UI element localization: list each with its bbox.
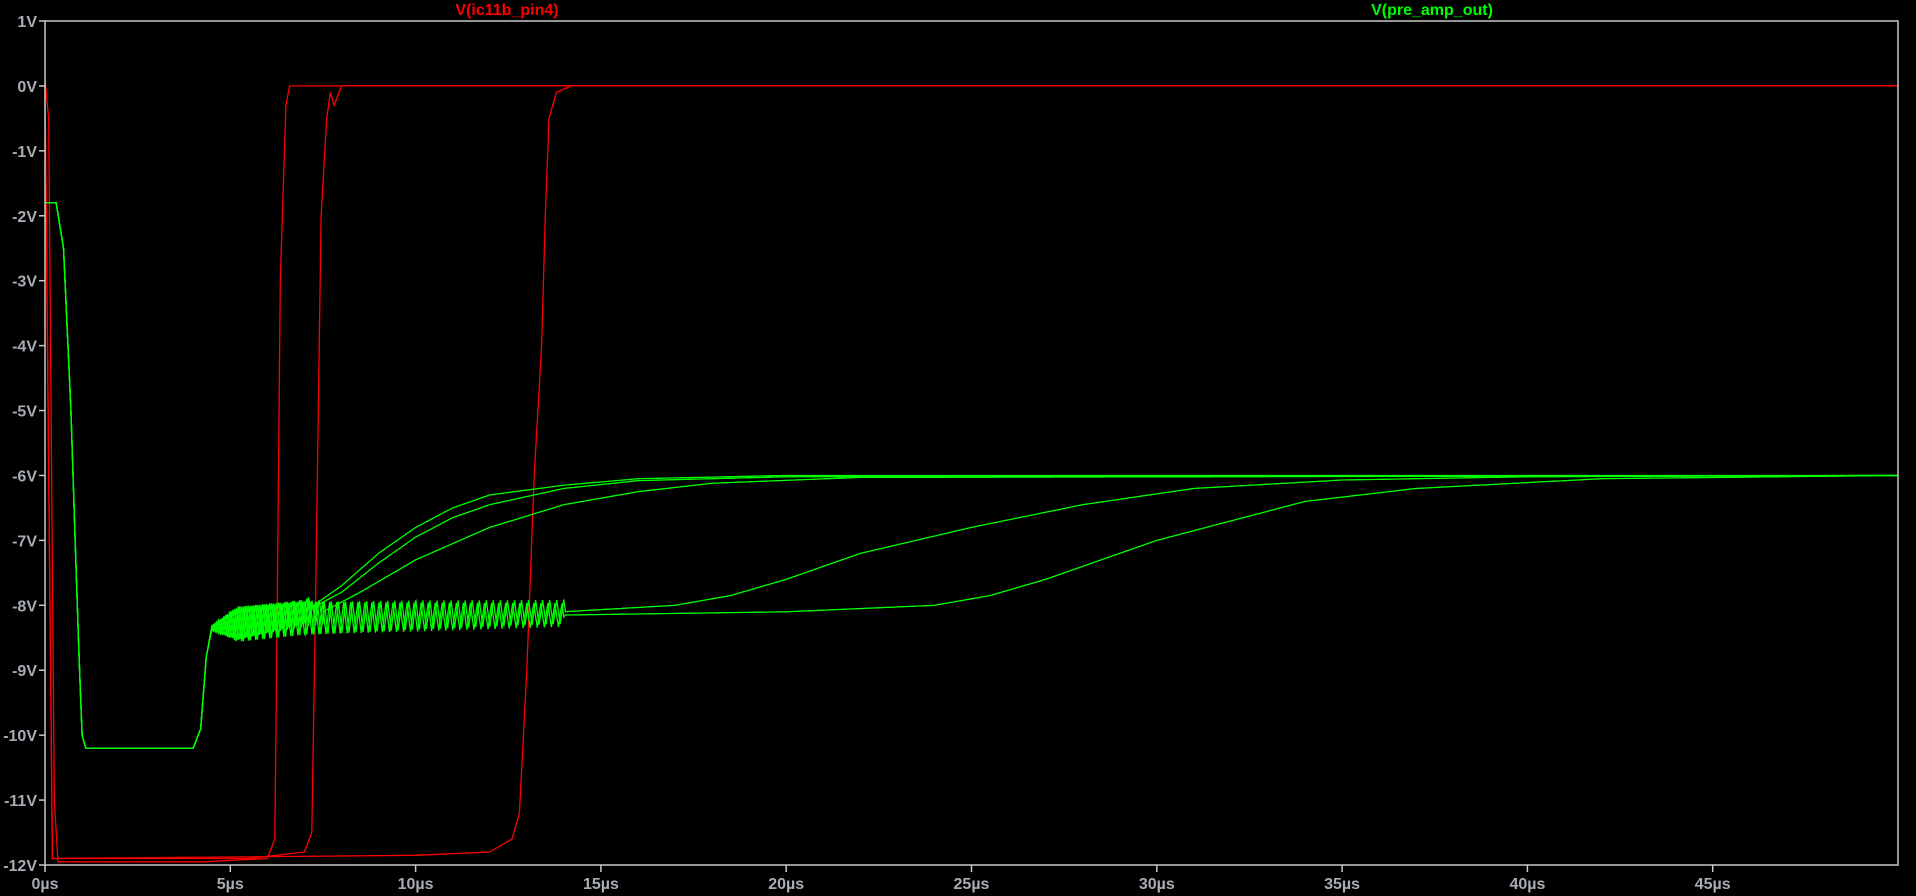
x-tick-label: 0µs	[31, 876, 58, 893]
y-tick-label: -6V	[12, 468, 37, 485]
y-tick-label: -8V	[12, 598, 37, 615]
trace-ic11b-pin4-step-3[interactable]	[44, 85, 1898, 860]
y-axis: 1V 0V -1V -2V -3V -4V -5V -6V -7V -8V -9V -10V -11V -…	[3, 14, 45, 875]
x-tick-label: 20µs	[768, 876, 804, 893]
x-tick-label: 40µs	[1509, 876, 1545, 893]
y-tick-label: -9V	[12, 663, 37, 680]
x-tick-label: 45µs	[1695, 876, 1731, 893]
traces	[44, 79, 1898, 863]
y-tick-label: -2V	[12, 209, 37, 226]
y-tick-label: -3V	[12, 274, 37, 291]
x-tick-label: 35µs	[1324, 876, 1360, 893]
waveform-plot: 1V 0V -1V -2V -3V -4V -5V -6V -7V -8V -9V -10V -11V -…	[3, 2, 1899, 893]
y-tick-label: 0V	[17, 79, 37, 96]
legend-pre-amp-out[interactable]: V(pre_amp_out)	[1371, 2, 1493, 19]
x-axis: 0µs 5µs 10µs 15µs 20µs 25µs 30µs 35µs 40µs 45µs	[31, 865, 1731, 893]
y-tick-label: -10V	[3, 728, 37, 745]
y-tick-label: 1V	[17, 14, 37, 31]
trace-ic11b-pin4-step-2[interactable]	[44, 85, 1898, 860]
x-tick-label: 15µs	[583, 876, 619, 893]
y-tick-label: -4V	[12, 339, 37, 356]
x-tick-label: 10µs	[398, 876, 434, 893]
plot-frame	[44, 20, 1899, 866]
y-tick-label: -11V	[4, 793, 37, 810]
y-tick-label: -5V	[12, 404, 37, 421]
x-tick-label: 25µs	[954, 876, 990, 893]
x-tick-label: 5µs	[217, 876, 244, 893]
y-tick-label: -12V	[3, 858, 37, 875]
y-tick-label: -1V	[12, 144, 37, 161]
trace-ic11b-pin4-step-1[interactable]	[44, 79, 1898, 863]
x-tick-label: 30µs	[1139, 876, 1175, 893]
y-tick-label: -7V	[12, 533, 37, 550]
legend-ic11b-pin4[interactable]: V(ic11b_pin4)	[455, 2, 558, 19]
